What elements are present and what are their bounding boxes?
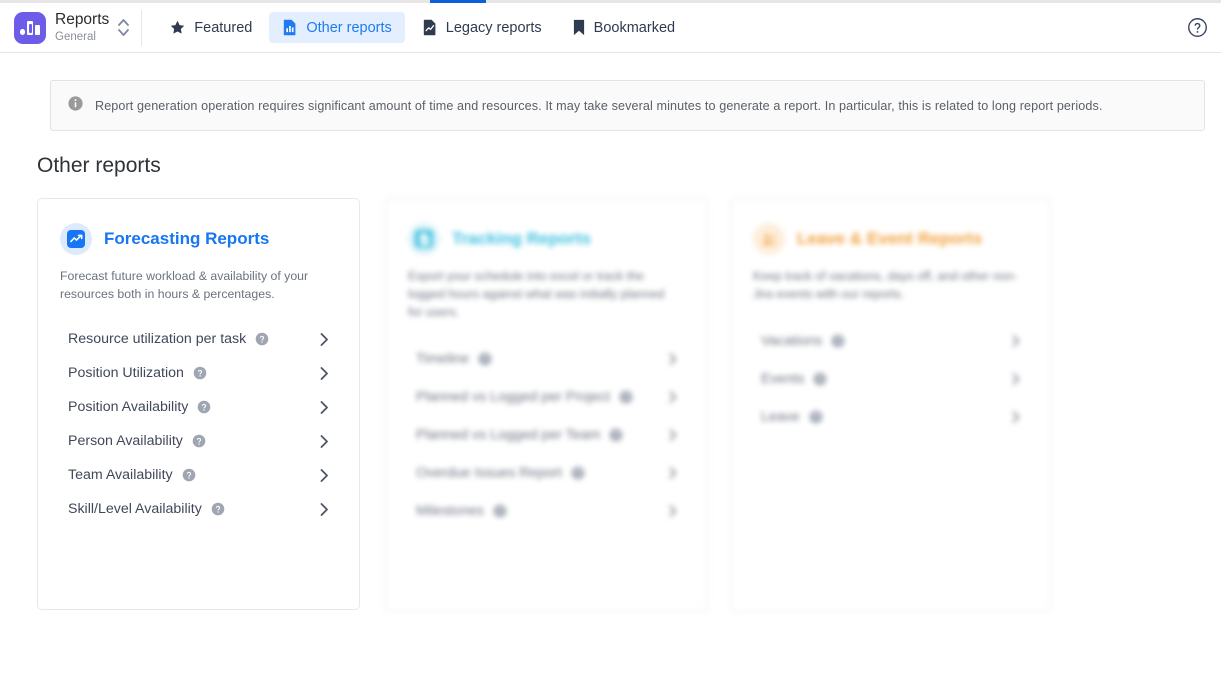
chevron-right-icon [669, 391, 677, 403]
app-header: Reports General Featured O [0, 3, 1221, 53]
card-tracking-reports: Tracking Reports Export your schedule in… [385, 198, 708, 612]
list-item[interactable]: Position Utilization [60, 356, 337, 390]
document-tracking-icon [408, 223, 440, 255]
brand[interactable]: Reports General [0, 12, 129, 44]
help-circle-icon[interactable] [831, 334, 845, 348]
tab-other-reports[interactable]: Other reports [269, 12, 404, 43]
tab-featured[interactable]: Featured [156, 12, 265, 43]
help-circle-icon[interactable] [478, 352, 492, 366]
card-report-list: Resource utilization per task Position U… [60, 322, 337, 526]
header-tabs: Featured Other reports Legacy report [156, 12, 688, 43]
help-circle-icon[interactable] [813, 372, 827, 386]
chevron-right-icon [320, 469, 329, 482]
list-item[interactable]: Milestones [408, 492, 685, 530]
list-item-label: Timeline [416, 351, 469, 367]
chevron-right-icon [320, 367, 329, 380]
card-description: Keep track of vacations, days off, and o… [753, 267, 1018, 303]
list-item-label: Overdue Issues Report [416, 465, 562, 481]
info-banner-text: Report generation operation requires sig… [95, 99, 1102, 113]
people-event-icon [753, 223, 785, 255]
list-item[interactable]: Timeline [408, 340, 685, 378]
card-report-list: Timeline Planned vs Logged per Project P… [408, 340, 685, 530]
list-item-label: Planned vs Logged per Team [416, 427, 600, 443]
help-circle-icon[interactable] [182, 468, 196, 482]
card-header: Forecasting Reports [60, 223, 337, 255]
chevron-right-icon [320, 401, 329, 414]
list-item-label: Team Availability [68, 467, 173, 483]
tab-bookmarked[interactable]: Bookmarked [559, 12, 688, 43]
report-file-icon [282, 19, 298, 36]
stepper-up-down-icon[interactable] [118, 19, 129, 36]
list-item-label: Vacations [761, 333, 822, 349]
list-item[interactable]: Position Availability [60, 390, 337, 424]
list-item-label: Skill/Level Availability [68, 501, 202, 517]
list-item-label: Events [761, 371, 804, 387]
chevron-right-icon [669, 353, 677, 365]
list-item[interactable]: Leave [753, 398, 1028, 436]
chevron-right-icon [320, 333, 329, 346]
card-header: Leave & Event Reports [753, 223, 1028, 255]
list-item[interactable]: Events [753, 360, 1028, 398]
card-title: Leave & Event Reports [797, 229, 982, 249]
legacy-report-icon [422, 19, 438, 36]
help-circle-icon[interactable] [193, 366, 207, 380]
chevron-right-icon [669, 429, 677, 441]
tab-label: Bookmarked [594, 20, 675, 36]
info-banner: Report generation operation requires sig… [50, 80, 1205, 131]
card-title: Forecasting Reports [104, 229, 269, 249]
card-leave-and-event-reports: Leave & Event Reports Keep track of vaca… [730, 198, 1051, 612]
list-item-label: Position Utilization [68, 365, 184, 381]
help-circle-icon[interactable] [197, 400, 211, 414]
help-circle-icon[interactable] [192, 434, 206, 448]
card-description: Export your schedule into excel or track… [408, 267, 673, 321]
list-item[interactable]: Team Availability [60, 458, 337, 492]
help-circle-icon[interactable] [609, 428, 623, 442]
card-header: Tracking Reports [408, 223, 685, 255]
list-item[interactable]: Resource utilization per task [60, 322, 337, 356]
bar-chart-logo-icon [14, 12, 46, 44]
tab-label: Other reports [306, 20, 391, 36]
chevron-right-icon [669, 505, 677, 517]
tab-legacy-reports[interactable]: Legacy reports [409, 12, 555, 43]
list-item[interactable]: Skill/Level Availability [60, 492, 337, 526]
help-circle-icon[interactable] [619, 390, 633, 404]
help-circle-icon[interactable] [493, 504, 507, 518]
star-icon [169, 19, 186, 36]
chevron-right-icon [1012, 411, 1020, 423]
help-circle-icon[interactable] [1183, 14, 1211, 42]
list-item-label: Person Availability [68, 433, 183, 449]
brand-subtitle: General [55, 31, 109, 43]
page-title: Other reports [37, 154, 161, 178]
card-title: Tracking Reports [452, 229, 591, 249]
card-forecasting-reports: Forecasting Reports Forecast future work… [37, 198, 360, 610]
tab-label: Featured [194, 20, 252, 36]
chevron-right-icon [320, 503, 329, 516]
list-item-label: Resource utilization per task [68, 331, 246, 347]
list-item-label: Position Availability [68, 399, 188, 415]
help-circle-icon[interactable] [211, 502, 225, 516]
info-circle-icon [67, 95, 84, 117]
list-item-label: Planned vs Logged per Project [416, 389, 610, 405]
trending-up-icon [60, 223, 92, 255]
card-report-list: Vacations Events Leave [753, 322, 1028, 436]
header-divider [141, 10, 142, 46]
chevron-right-icon [1012, 373, 1020, 385]
chevron-right-icon [320, 435, 329, 448]
tab-label: Legacy reports [446, 20, 542, 36]
list-item[interactable]: Person Availability [60, 424, 337, 458]
bookmark-icon [572, 19, 586, 36]
chevron-right-icon [1012, 335, 1020, 347]
list-item[interactable]: Overdue Issues Report [408, 454, 685, 492]
list-item[interactable]: Planned vs Logged per Project [408, 378, 685, 416]
list-item[interactable]: Vacations [753, 322, 1028, 360]
list-item-label: Leave [761, 409, 800, 425]
brand-title: Reports [55, 12, 109, 28]
help-circle-icon[interactable] [571, 466, 585, 480]
help-circle-icon[interactable] [809, 410, 823, 424]
chevron-right-icon [669, 467, 677, 479]
help-circle-icon[interactable] [255, 332, 269, 346]
card-description: Forecast future workload & availability … [60, 267, 325, 303]
list-item[interactable]: Planned vs Logged per Team [408, 416, 685, 454]
list-item-label: Milestones [416, 503, 484, 519]
